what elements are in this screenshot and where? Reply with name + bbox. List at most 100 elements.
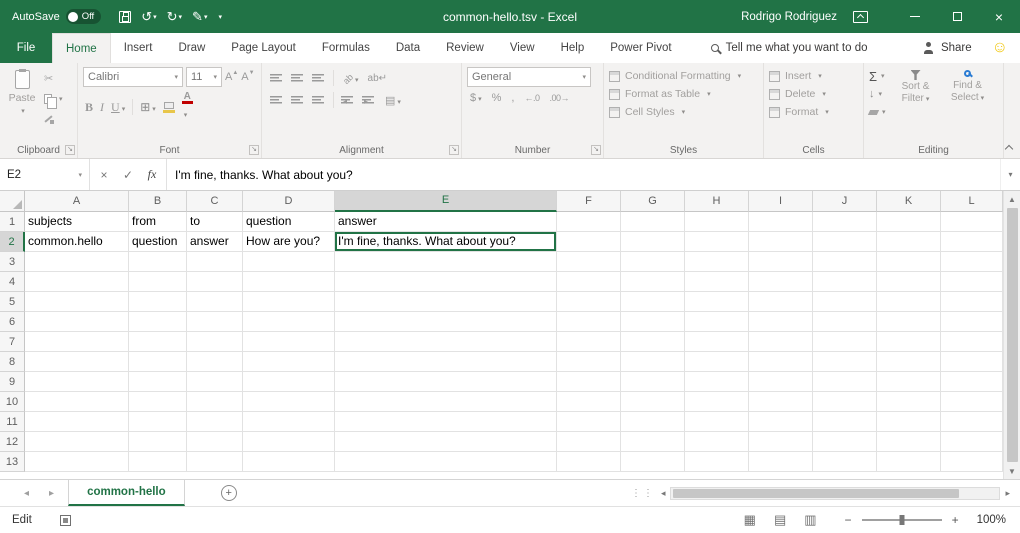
cell-F11[interactable]	[557, 412, 621, 432]
cell-H1[interactable]	[685, 212, 749, 232]
cell-J8[interactable]	[813, 352, 877, 372]
row-header-2[interactable]: 2	[0, 232, 25, 252]
cell-B11[interactable]	[129, 412, 187, 432]
delete-cells-button[interactable]: Delete ▾	[769, 85, 859, 103]
cell-H12[interactable]	[685, 432, 749, 452]
autosum-button[interactable]: Σ▾	[869, 69, 886, 83]
cell-F7[interactable]	[557, 332, 621, 352]
cell-D8[interactable]	[243, 352, 335, 372]
cell-A4[interactable]	[25, 272, 129, 292]
find-select-button[interactable]: Find & Select▾	[946, 67, 990, 119]
row-header-11[interactable]: 11	[0, 412, 25, 432]
cell-E2[interactable]: I'm fine, thanks. What about you?	[335, 232, 557, 252]
cell-H6[interactable]	[685, 312, 749, 332]
cell-G4[interactable]	[621, 272, 685, 292]
select-all-button[interactable]	[0, 191, 25, 212]
cell-G5[interactable]	[621, 292, 685, 312]
sort-filter-button[interactable]: Sort & Filter▾	[894, 67, 938, 119]
tab-data[interactable]: Data	[383, 33, 433, 63]
cell-D12[interactable]	[243, 432, 335, 452]
cell-F4[interactable]	[557, 272, 621, 292]
cell-A10[interactable]	[25, 392, 129, 412]
redo-button[interactable]: ↻▾	[163, 5, 186, 29]
cell-D4[interactable]	[243, 272, 335, 292]
cell-G13[interactable]	[621, 452, 685, 472]
cell-G9[interactable]	[621, 372, 685, 392]
vertical-scroll-thumb[interactable]	[1007, 208, 1018, 462]
page-layout-view-button[interactable]: ▤	[774, 512, 786, 528]
zoom-out-button[interactable]: −	[839, 513, 858, 527]
cell-K9[interactable]	[877, 372, 941, 392]
cell-F10[interactable]	[557, 392, 621, 412]
row-header-8[interactable]: 8	[0, 352, 25, 372]
cell-F12[interactable]	[557, 432, 621, 452]
fill-color-button[interactable]	[163, 102, 175, 113]
minimize-button[interactable]	[894, 0, 936, 33]
zoom-in-button[interactable]: +	[946, 513, 965, 527]
insert-function-button[interactable]: fx	[140, 167, 164, 182]
undo-button[interactable]: ↺▾	[137, 5, 160, 29]
cell-A11[interactable]	[25, 412, 129, 432]
cell-J13[interactable]	[813, 452, 877, 472]
cell-B1[interactable]: from	[129, 212, 187, 232]
cell-I10[interactable]	[749, 392, 813, 412]
cell-C5[interactable]	[187, 292, 243, 312]
underline-button[interactable]: U▾	[111, 98, 125, 116]
cell-I8[interactable]	[749, 352, 813, 372]
tab-help[interactable]: Help	[548, 33, 598, 63]
cell-E11[interactable]	[335, 412, 557, 432]
cell-G12[interactable]	[621, 432, 685, 452]
cell-C10[interactable]	[187, 392, 243, 412]
cell-D2[interactable]: How are you?	[243, 232, 335, 252]
scroll-left-icon[interactable]: ◂	[661, 488, 666, 499]
align-right-icon[interactable]	[312, 96, 324, 104]
dialog-launcher-icon[interactable]: ↘	[65, 145, 75, 155]
sheet-tab-common-hello[interactable]: common-hello	[68, 480, 185, 506]
cell-J4[interactable]	[813, 272, 877, 292]
increase-indent-button[interactable]: ▸	[364, 91, 376, 109]
cell-I5[interactable]	[749, 292, 813, 312]
cell-B3[interactable]	[129, 252, 187, 272]
accounting-format-button[interactable]: $▾	[470, 92, 482, 104]
cell-G6[interactable]	[621, 312, 685, 332]
fill-button[interactable]: ↓▾	[869, 87, 886, 101]
maximize-button[interactable]	[936, 0, 978, 33]
font-color-button[interactable]: A▾	[182, 92, 193, 122]
cell-H5[interactable]	[685, 292, 749, 312]
cell-H3[interactable]	[685, 252, 749, 272]
feedback-smiley-icon[interactable]: ☺	[992, 33, 1008, 63]
cell-J7[interactable]	[813, 332, 877, 352]
cell-J11[interactable]	[813, 412, 877, 432]
tab-page-layout[interactable]: Page Layout	[218, 33, 309, 63]
bold-button[interactable]: B	[85, 100, 93, 115]
cell-L5[interactable]	[941, 292, 1003, 312]
cell-I13[interactable]	[749, 452, 813, 472]
zoom-level[interactable]: 100%	[977, 514, 1006, 526]
cell-A2[interactable]: common.hello	[25, 232, 129, 252]
tab-home[interactable]: Home	[52, 33, 111, 63]
cell-B12[interactable]	[129, 432, 187, 452]
dialog-launcher-icon[interactable]: ↘	[591, 145, 601, 155]
cell-I7[interactable]	[749, 332, 813, 352]
cell-A9[interactable]	[25, 372, 129, 392]
column-header-D[interactable]: D	[243, 191, 335, 212]
autosave-control[interactable]: AutoSave Off	[12, 9, 101, 24]
clear-button[interactable]: ▾	[869, 105, 886, 119]
tab-review[interactable]: Review	[433, 33, 497, 63]
orientation-button[interactable]: ab▾	[343, 69, 359, 87]
increase-decimal-button[interactable]: ←.0	[524, 93, 539, 103]
record-macro-icon[interactable]	[60, 515, 71, 526]
tab-insert[interactable]: Insert	[111, 33, 166, 63]
tab-scrollbar-splitter[interactable]: ⋮⋮	[625, 480, 661, 506]
cell-I6[interactable]	[749, 312, 813, 332]
cell-E7[interactable]	[335, 332, 557, 352]
cell-B2[interactable]: question	[129, 232, 187, 252]
cell-F1[interactable]	[557, 212, 621, 232]
share-button[interactable]: Share	[923, 33, 972, 63]
cell-E8[interactable]	[335, 352, 557, 372]
cell-D7[interactable]	[243, 332, 335, 352]
row-header-13[interactable]: 13	[0, 452, 25, 472]
copy-button[interactable]: ▾	[44, 91, 63, 106]
close-button[interactable]: ×	[978, 0, 1020, 33]
cell-D13[interactable]	[243, 452, 335, 472]
